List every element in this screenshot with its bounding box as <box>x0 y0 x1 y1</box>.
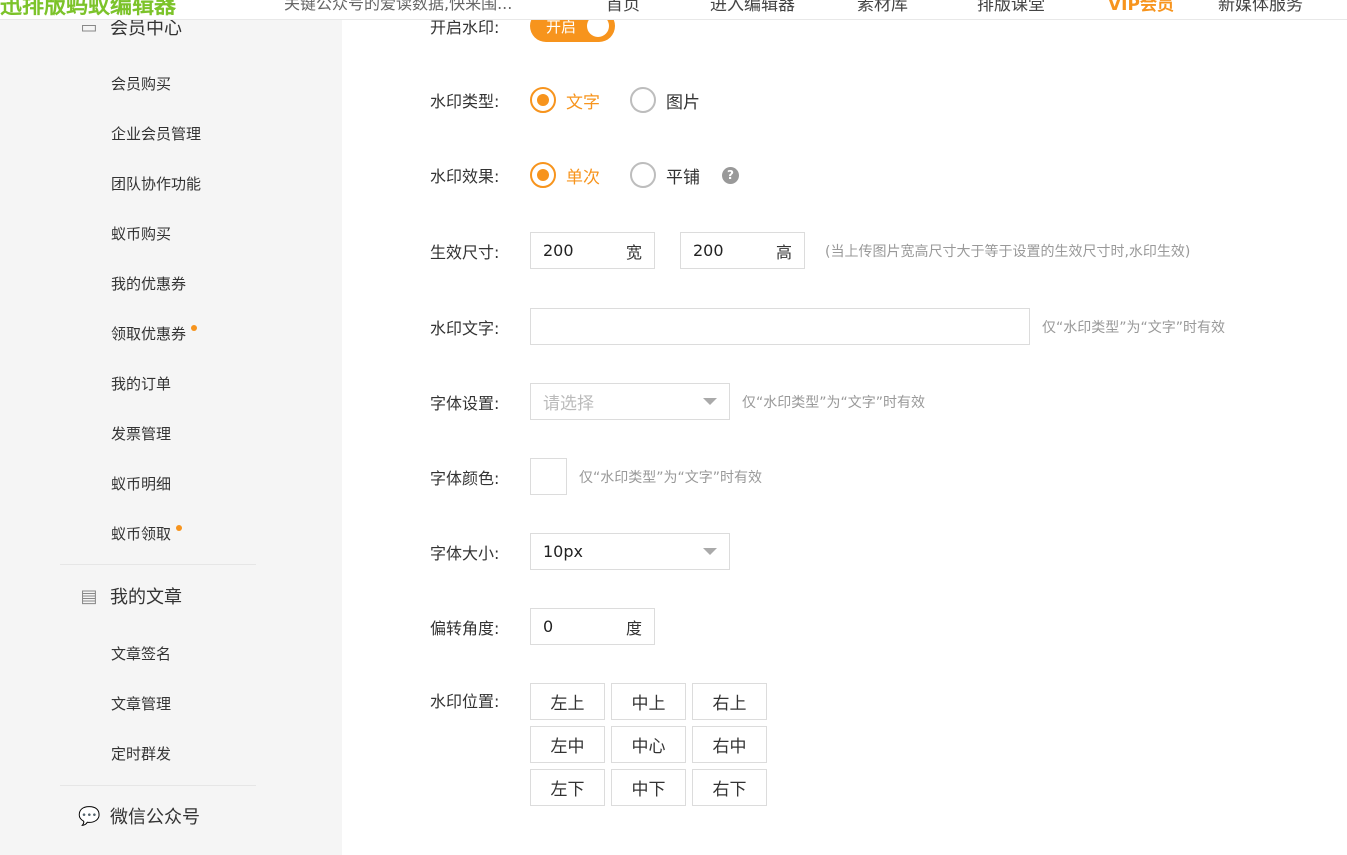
effect-radio-once[interactable]: 单次 <box>530 162 600 188</box>
type-label: 水印类型: <box>430 92 500 111</box>
position-bottom-right[interactable]: 右下 <box>692 769 767 806</box>
row-watermark-effect: 水印效果: 单次 平铺 ? <box>430 162 739 188</box>
radio-circle <box>530 87 556 113</box>
new-dot <box>176 525 183 531</box>
watermark-text-input[interactable] <box>530 308 1030 345</box>
color-hint: 仅“水印类型”为“文字”时有效 <box>579 469 763 486</box>
sidebar-item-invoice[interactable]: 发票管理 <box>111 423 171 444</box>
row-watermark-text: 水印文字: 仅“水印类型”为“文字”时有效 <box>430 308 1225 345</box>
row-font-color: 字体颜色: 仅“水印类型”为“文字”时有效 <box>430 458 762 495</box>
font-placeholder: 请选择 <box>543 394 594 414</box>
chevron-down-icon <box>703 548 717 555</box>
row-position: 水印位置: <box>430 688 530 712</box>
color-label: 字体颜色: <box>430 468 500 488</box>
radio-label: 文字 <box>566 92 600 113</box>
row-effective-size: 生效尺寸: 200 宽 200 高 (当上传图片宽高尺寸大于等于设置的生效尺寸时… <box>430 232 1190 269</box>
sidebar-item-article-manage[interactable]: 文章管理 <box>111 693 171 714</box>
radio-circle <box>630 162 656 188</box>
width-unit: 宽 <box>625 242 642 262</box>
height-input[interactable]: 200 高 <box>680 232 805 269</box>
position-middle-right[interactable]: 右中 <box>692 726 767 763</box>
row-watermark-type: 水印类型: 文字 图片 <box>430 87 730 113</box>
radio-circle <box>630 87 656 113</box>
chat-icon: 💬 <box>78 805 101 827</box>
size-label: 生效尺寸: <box>430 242 500 262</box>
position-bottom-center[interactable]: 中下 <box>611 769 686 806</box>
sidebar-my-articles-label: 我的文章 <box>110 587 182 608</box>
row-font-setting: 字体设置: 请选择 仅“水印类型”为“文字”时有效 <box>430 383 925 420</box>
help-icon[interactable]: ? <box>722 166 739 184</box>
sidebar-item-label: 领取优惠券 <box>111 325 187 343</box>
new-dot <box>191 325 198 331</box>
font-size-label: 字体大小: <box>430 543 500 563</box>
sidebar-item-coin-buy[interactable]: 蚁币购买 <box>111 223 171 244</box>
height-value: 200 <box>693 241 724 260</box>
position-middle-left[interactable]: 左中 <box>530 726 605 763</box>
sidebar-item-coin-detail[interactable]: 蚁币明细 <box>111 473 171 494</box>
top-navigation: 迅排版蚂蚁编辑器 关键公众号的爱读数据,快来围... 首页 进入编辑器 素材库 … <box>0 0 1347 20</box>
angle-input[interactable]: 0 度 <box>530 608 655 645</box>
position-top-center[interactable]: 中上 <box>611 683 686 720</box>
sidebar-item-member-buy[interactable]: 会员购买 <box>111 73 171 94</box>
sidebar-divider <box>60 564 256 565</box>
sidebar-wechat[interactable]: 💬 微信公众号 <box>78 803 200 829</box>
height-unit: 高 <box>775 242 792 262</box>
width-input[interactable]: 200 宽 <box>530 232 655 269</box>
site-logo[interactable]: 迅排版蚂蚁编辑器 <box>0 0 176 19</box>
position-top-left[interactable]: 左上 <box>530 683 605 720</box>
sidebar-item-label: 蚁币领取 <box>111 525 172 543</box>
sidebar: ▭ 会员中心 会员购买 企业会员管理 团队协作功能 蚁币购买 我的优惠券 领取优… <box>0 0 342 855</box>
sidebar-item-team[interactable]: 团队协作功能 <box>111 173 201 194</box>
sidebar-item-coin-claim[interactable]: 蚁币领取 <box>111 523 183 544</box>
angle-value: 0 <box>543 617 554 636</box>
text-label: 水印文字: <box>430 318 500 338</box>
font-size-value: 10px <box>543 542 583 561</box>
font-hint: 仅“水印类型”为“文字”时有效 <box>742 394 926 411</box>
position-bottom-left[interactable]: 左下 <box>530 769 605 806</box>
position-label: 水印位置: <box>430 692 500 711</box>
size-hint: (当上传图片宽高尺寸大于等于设置的生效尺寸时,水印生效) <box>825 243 1191 260</box>
radio-circle <box>530 162 556 188</box>
sidebar-item-scheduled[interactable]: 定时群发 <box>111 743 171 764</box>
effect-label: 水印效果: <box>430 167 500 186</box>
font-select[interactable]: 请选择 <box>530 383 730 420</box>
nav-course[interactable]: 排版课堂 <box>977 0 1045 15</box>
document-icon: ▤ <box>80 585 98 607</box>
sidebar-item-signature[interactable]: 文章签名 <box>111 643 171 664</box>
width-value: 200 <box>543 241 574 260</box>
sidebar-item-my-coupons[interactable]: 我的优惠券 <box>111 273 186 294</box>
nav-materials[interactable]: 素材库 <box>857 0 908 15</box>
sidebar-item-orders[interactable]: 我的订单 <box>111 373 171 394</box>
position-center[interactable]: 中心 <box>611 726 686 763</box>
angle-unit: 度 <box>625 618 642 638</box>
font-label: 字体设置: <box>430 393 500 413</box>
position-top-right[interactable]: 右上 <box>692 683 767 720</box>
radio-label: 图片 <box>666 92 700 113</box>
angle-label: 偏转角度: <box>430 618 500 638</box>
sidebar-item-get-coupons[interactable]: 领取优惠券 <box>111 323 198 344</box>
type-radio-image[interactable]: 图片 <box>630 87 700 113</box>
chevron-down-icon <box>703 398 717 405</box>
row-rotation: 偏转角度: 0 度 <box>430 608 655 645</box>
nav-vip[interactable]: VIP会员 <box>1108 0 1174 15</box>
text-hint: 仅“水印类型”为“文字”时有效 <box>1042 319 1226 336</box>
radio-label: 平铺 <box>666 167 700 188</box>
sidebar-item-enterprise[interactable]: 企业会员管理 <box>111 123 201 144</box>
notice-text[interactable]: 关键公众号的爱读数据,快来围... <box>284 0 512 14</box>
type-radio-text[interactable]: 文字 <box>530 87 600 113</box>
position-grid: 左上 中上 右上 左中 中心 右中 左下 中下 右下 <box>530 683 767 806</box>
nav-new-media[interactable]: 新媒体服务 <box>1218 0 1303 15</box>
sidebar-wechat-label: 微信公众号 <box>110 807 200 828</box>
radio-label: 单次 <box>566 167 600 188</box>
effect-radio-tile[interactable]: 平铺 <box>630 162 700 188</box>
sidebar-my-articles[interactable]: ▤ 我的文章 <box>78 583 182 609</box>
font-color-swatch[interactable] <box>530 458 567 495</box>
row-font-size: 字体大小: 10px <box>430 533 730 570</box>
font-size-select[interactable]: 10px <box>530 533 730 570</box>
sidebar-divider <box>60 785 256 786</box>
nav-editor[interactable]: 进入编辑器 <box>710 0 795 15</box>
nav-home[interactable]: 首页 <box>606 0 640 15</box>
